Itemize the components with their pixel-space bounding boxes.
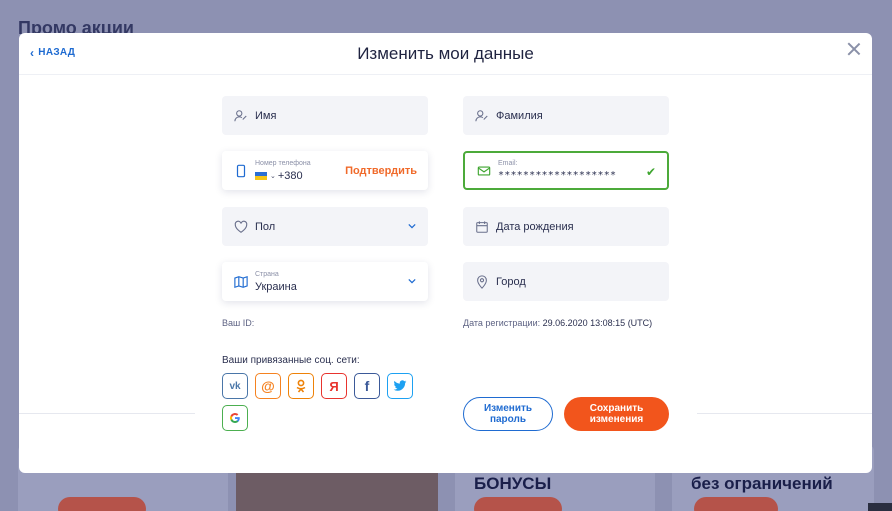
divider — [697, 413, 872, 414]
modal-title: Изменить мои данные — [357, 44, 534, 63]
chevron-down-icon — [408, 223, 416, 229]
last-name-field[interactable]: Фамилия — [463, 96, 669, 135]
country-value: Украина — [255, 280, 297, 293]
registration-row: Дата регистрации: 29.06.2020 13:08:15 (U… — [463, 318, 652, 328]
gender-select[interactable]: Пол — [222, 207, 428, 246]
vk-button[interactable]: vk — [222, 373, 248, 399]
change-password-label-line1: Изменить — [483, 403, 533, 414]
first-name-placeholder: Имя — [255, 109, 277, 122]
modal-header: ‹ НАЗАД Изменить мои данные — [19, 33, 872, 75]
email-value: ******************* — [498, 170, 617, 181]
twitter-button[interactable] — [387, 373, 413, 399]
yandex-button[interactable]: Я — [321, 373, 347, 399]
phone-icon — [234, 164, 248, 178]
background-card-button — [58, 497, 146, 511]
ukraine-flag-icon[interactable] — [255, 171, 267, 180]
google-button[interactable] — [222, 405, 248, 431]
yandex-icon: Я — [329, 378, 339, 394]
divider — [19, 413, 195, 414]
city-field[interactable]: Город — [463, 262, 669, 301]
twitter-icon — [393, 380, 407, 391]
first-name-field[interactable]: Имя — [222, 96, 428, 135]
change-password-label-line2: пароль — [489, 414, 527, 425]
phone-label: Номер телефона — [255, 159, 311, 167]
user-id-label: Ваш ID: — [222, 318, 255, 328]
background-card-title: без ограничений — [691, 474, 833, 493]
facebook-button[interactable]: f — [354, 373, 380, 399]
location-pin-icon — [475, 274, 489, 289]
verified-check-icon: ✔ — [645, 165, 656, 179]
odnoklassniki-button[interactable] — [288, 373, 314, 399]
vk-icon: vk — [229, 380, 241, 392]
map-icon — [234, 275, 248, 289]
registration-label: Дата регистрации: — [463, 318, 541, 328]
birth-date-field[interactable]: Дата рождения — [463, 207, 669, 246]
calendar-icon — [475, 220, 489, 234]
close-icon[interactable] — [846, 41, 862, 57]
background-card-button — [694, 497, 778, 511]
birth-date-placeholder: Дата рождения — [496, 220, 574, 233]
last-name-placeholder: Фамилия — [496, 109, 543, 122]
edit-profile-modal: ‹ НАЗАД Изменить мои данные Имя Номер те… — [19, 33, 872, 473]
background-edge-strip — [868, 503, 892, 511]
background-card-button — [474, 497, 562, 511]
gender-placeholder: Пол — [255, 220, 276, 233]
phone-field[interactable]: Номер телефона ⌄ +380 Подтвердить — [222, 151, 428, 190]
email-field[interactable]: Email: ******************* ✔ — [463, 151, 669, 190]
change-password-button[interactable]: Изменить пароль — [463, 397, 553, 431]
save-label-line1: Сохранить — [589, 403, 644, 414]
heart-icon — [234, 220, 248, 234]
user-edit-icon — [475, 109, 489, 123]
confirm-phone-button[interactable]: Подтвердить — [345, 165, 417, 177]
mail-ru-icon: @ — [261, 378, 275, 394]
registration-value: 29.06.2020 13:08:15 (UTC) — [542, 318, 653, 328]
save-changes-button[interactable]: Сохранить изменения — [564, 397, 669, 431]
facebook-icon: f — [364, 378, 370, 394]
country-select[interactable]: Страна Украина — [222, 262, 428, 301]
city-placeholder: Город — [496, 275, 526, 288]
country-label: Страна — [255, 270, 279, 278]
email-label: Email: — [498, 160, 518, 167]
mail-ru-button[interactable]: @ — [255, 373, 281, 399]
chevron-down-icon — [408, 278, 416, 284]
phone-prefix: +380 — [277, 169, 303, 182]
google-icon — [229, 413, 240, 423]
social-networks-label: Ваши привязанные соц. сети: — [222, 355, 360, 366]
user-id-row: Ваш ID: — [222, 318, 254, 328]
background-card-title: БОНУСЫ — [474, 474, 552, 493]
odnoklassniki-icon — [296, 379, 306, 393]
user-edit-icon — [234, 109, 248, 123]
save-label-line2: изменения — [589, 414, 644, 425]
mail-icon — [477, 164, 491, 178]
chevron-down-icon[interactable]: ⌄ — [270, 172, 276, 180]
